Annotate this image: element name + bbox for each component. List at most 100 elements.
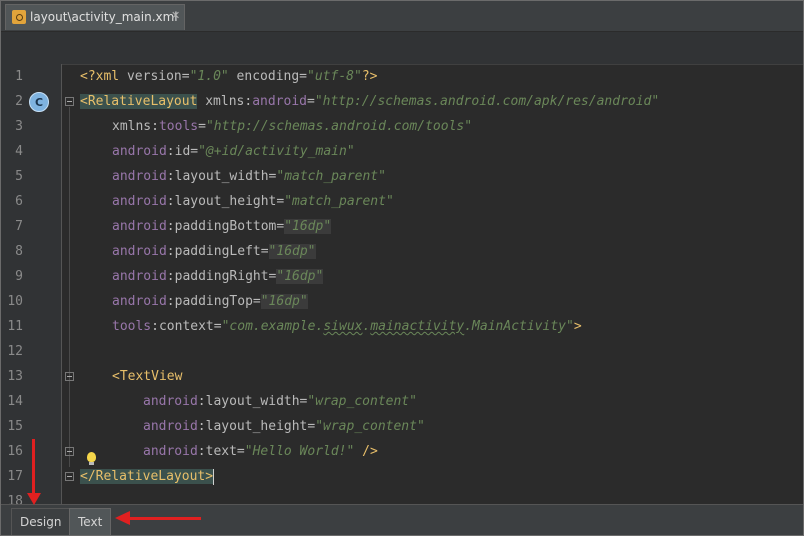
namespace: android bbox=[112, 144, 167, 159]
attr-name: :paddingBottom= bbox=[166, 219, 285, 234]
annotation-arrow bbox=[129, 517, 201, 520]
code-line: xmlns:tools="http://schemas.android.com/… bbox=[112, 114, 472, 139]
namespace: android bbox=[112, 194, 167, 209]
attr-value: "com.example. bbox=[221, 319, 324, 334]
attr-value: "utf-8" bbox=[307, 69, 362, 84]
attr-value: "@+id/activity_main" bbox=[198, 144, 355, 159]
attr-value: "match_parent" bbox=[276, 169, 386, 184]
line-number: 3 bbox=[15, 119, 23, 134]
attr-value: "16dp" bbox=[260, 294, 308, 309]
code-line: android:paddingTop="16dp" bbox=[112, 289, 308, 314]
code-editor[interactable]: <?xml version="1.0" encoding="utf-8"?> <… bbox=[80, 64, 802, 504]
code-line: android:layout_height="wrap_content" bbox=[143, 414, 425, 439]
attr-name: :layout_width= bbox=[166, 169, 277, 184]
editor-tab-bar: layout\activity_main.xml ✕ bbox=[1, 1, 803, 32]
line-number: 5 bbox=[15, 169, 23, 184]
annotation-arrowhead-down bbox=[27, 493, 41, 505]
line-number: 1 bbox=[15, 69, 23, 84]
annotation-arrowhead-left bbox=[115, 511, 130, 525]
line-number: 2 bbox=[15, 94, 23, 109]
attr-value: "1.0" bbox=[189, 69, 229, 84]
attr-name: :paddingLeft= bbox=[166, 244, 269, 259]
tag-close: /> bbox=[354, 444, 378, 459]
code-line: android:id="@+id/activity_main" bbox=[112, 139, 355, 164]
line-number: 18 bbox=[7, 494, 23, 504]
namespace: android bbox=[252, 94, 307, 109]
attr-name: :layout_height= bbox=[166, 194, 285, 209]
line-number: 8 bbox=[15, 244, 23, 259]
code-line: android:text="Hello World!" /> bbox=[143, 439, 378, 464]
code-line: tools:context="com.example.siwux.mainact… bbox=[112, 314, 582, 339]
attr-name: :paddingTop= bbox=[166, 294, 261, 309]
tag-name: <RelativeLayout bbox=[80, 94, 198, 109]
code-line: android:paddingLeft="16dp" bbox=[112, 239, 316, 264]
tag-close: > bbox=[573, 319, 582, 334]
file-tab-title: layout\activity_main.xml bbox=[30, 10, 178, 24]
attr-value: "wrap_content" bbox=[315, 419, 425, 434]
xml-decl-close: ?> bbox=[361, 69, 378, 84]
fold-guide bbox=[69, 107, 70, 467]
code-line: android:paddingRight="16dp" bbox=[112, 264, 324, 289]
fold-toggle-icon[interactable] bbox=[65, 472, 74, 481]
attr-name: :text= bbox=[197, 444, 245, 459]
attr-value: "16dp" bbox=[276, 269, 324, 284]
class-badge-icon[interactable]: C bbox=[29, 92, 49, 112]
gutter-separator bbox=[61, 64, 62, 504]
tag-name: <TextView bbox=[112, 369, 183, 384]
line-number: 12 bbox=[7, 344, 23, 359]
namespace: tools bbox=[112, 319, 152, 334]
attr-name: encoding= bbox=[228, 69, 308, 84]
close-icon[interactable]: ✕ bbox=[171, 9, 180, 22]
line-number: 13 bbox=[7, 369, 23, 384]
namespace: android bbox=[112, 219, 167, 234]
line-number: 17 bbox=[7, 469, 23, 484]
attr-value: siwux bbox=[323, 319, 363, 334]
line-number: 11 bbox=[7, 319, 23, 334]
code-line: android:layout_width="wrap_content" bbox=[143, 389, 417, 414]
fold-toggle-icon[interactable] bbox=[65, 372, 74, 381]
namespace: android bbox=[112, 244, 167, 259]
namespace: android bbox=[112, 169, 167, 184]
attr-eq: = bbox=[307, 94, 315, 109]
namespace: android bbox=[143, 419, 198, 434]
xml-decl-name: xml bbox=[95, 69, 120, 84]
line-number: 7 bbox=[15, 219, 23, 234]
xml-decl-open: <? bbox=[80, 69, 96, 84]
line-number: 16 bbox=[7, 444, 23, 459]
line-number: 4 bbox=[15, 144, 23, 159]
line-gutter: 1 2 3 4 5 6 7 8 9 10 11 12 13 14 15 16 1… bbox=[1, 64, 61, 504]
fold-toggle-icon[interactable] bbox=[65, 447, 74, 456]
attr-name: :layout_height= bbox=[197, 419, 316, 434]
line-number: 6 bbox=[15, 194, 23, 209]
attr-name: :paddingRight= bbox=[166, 269, 277, 284]
attr-name: xmlns bbox=[197, 94, 245, 109]
code-line: android:layout_height="match_parent" bbox=[112, 189, 394, 214]
attr-value: mainactivity bbox=[370, 319, 465, 334]
namespace: android bbox=[143, 444, 198, 459]
attr-value: "http://schemas.android.com/apk/res/andr… bbox=[314, 94, 660, 109]
attr-value: "match_parent" bbox=[284, 194, 394, 209]
code-line: <RelativeLayout xmlns:android="http://sc… bbox=[80, 89, 659, 114]
line-number: 14 bbox=[7, 394, 23, 409]
tab-text[interactable]: Text bbox=[69, 508, 112, 535]
text-cursor bbox=[213, 468, 215, 485]
namespace: android bbox=[112, 269, 167, 284]
attr-value: "wrap_content" bbox=[307, 394, 417, 409]
line-number: 9 bbox=[15, 269, 23, 284]
attr-value: "16dp" bbox=[268, 244, 316, 259]
namespace: tools bbox=[158, 119, 199, 134]
file-tab[interactable]: layout\activity_main.xml ✕ bbox=[5, 4, 185, 30]
attr-name: :layout_width= bbox=[197, 394, 308, 409]
fold-toggle-icon[interactable] bbox=[65, 97, 74, 106]
code-line: </RelativeLayout> bbox=[80, 464, 215, 489]
line-number: 15 bbox=[7, 419, 23, 434]
tab-design[interactable]: Design bbox=[11, 508, 71, 535]
editor-window: layout\activity_main.xml ✕ 1 2 3 4 5 6 7… bbox=[0, 0, 804, 536]
code-line: <?xml version="1.0" encoding="utf-8"?> bbox=[80, 64, 377, 89]
attr-colon: : bbox=[151, 119, 159, 134]
code-line: <TextView bbox=[112, 364, 182, 389]
breadcrumb-strip bbox=[1, 32, 803, 65]
attr-value: .MainActivity" bbox=[464, 319, 574, 334]
attr-value: "http://schemas.android.com/tools" bbox=[205, 119, 473, 134]
attr-name: :id= bbox=[166, 144, 199, 159]
